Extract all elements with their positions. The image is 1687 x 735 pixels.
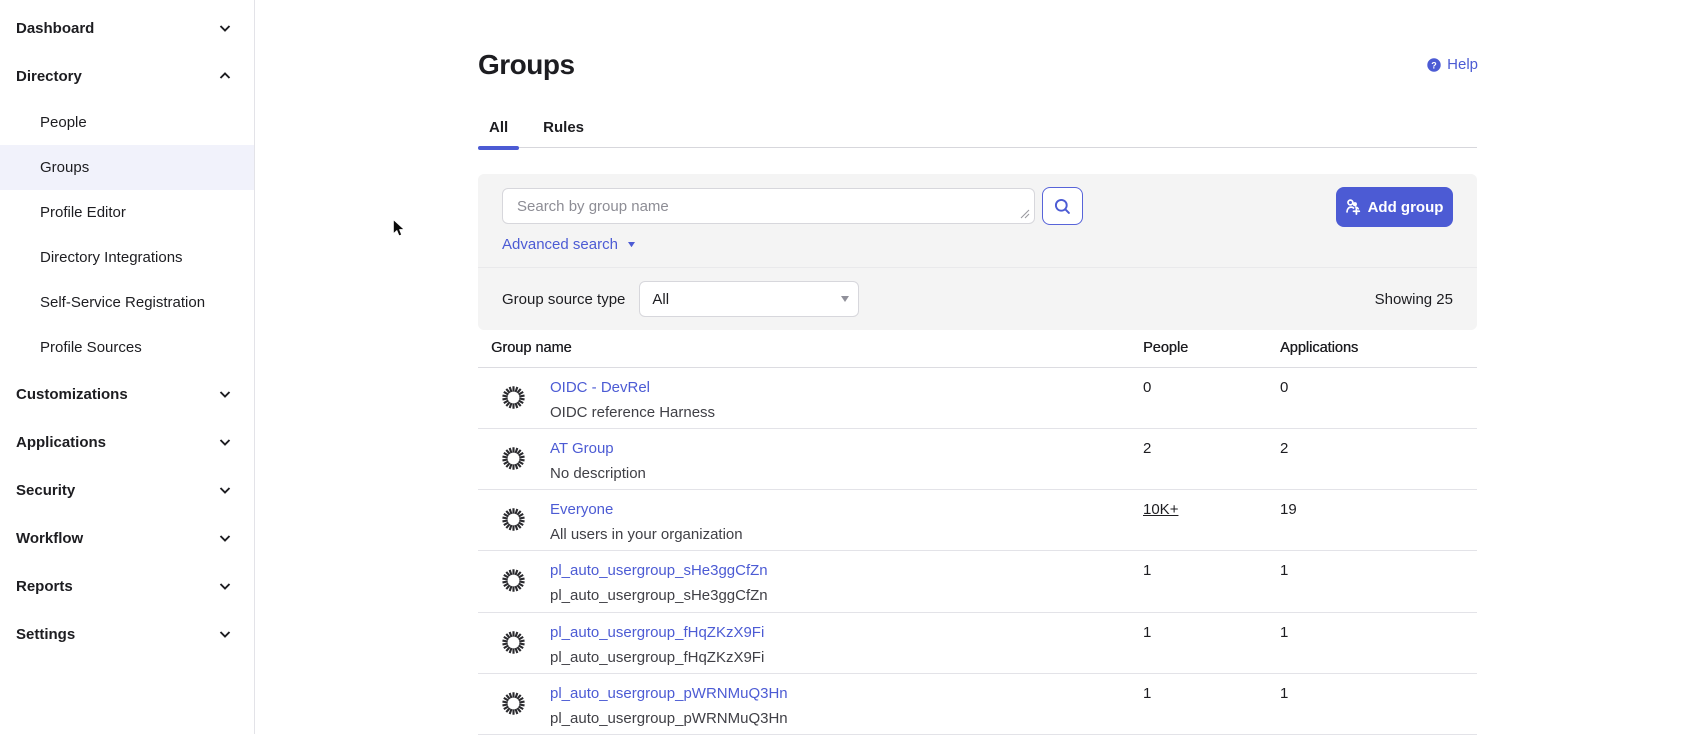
svg-text:?: ?	[1431, 60, 1437, 70]
